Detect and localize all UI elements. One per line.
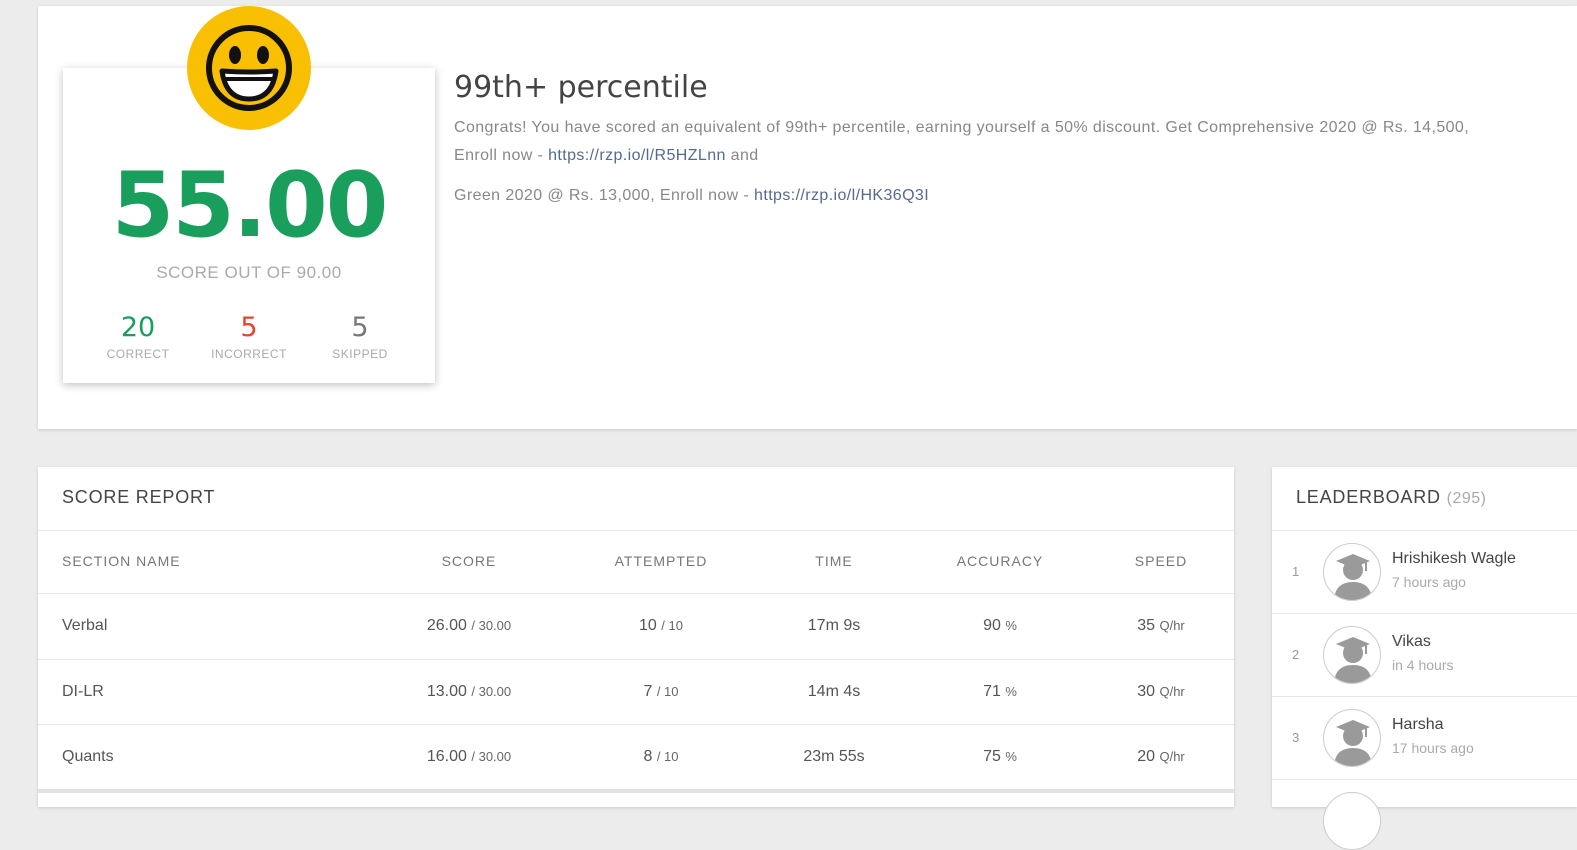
enroll-prefix: Enroll now - — [454, 147, 549, 164]
divider — [38, 593, 1234, 594]
correct-stat: 20 CORRECT — [83, 312, 193, 361]
section-speed: 30 Q/hr — [1137, 683, 1185, 700]
leaderboard-entry[interactable]: 1 Hrishikesh Wagle 7 hours ago — [1272, 530, 1577, 613]
divider — [38, 659, 1234, 660]
section-time: 23m 55s — [803, 748, 865, 765]
section-speed: 35 Q/hr — [1137, 617, 1185, 634]
score-report-panel: SCORE REPORT SECTION NAME SCORE ATTEMPTE… — [38, 467, 1234, 807]
section-time: 14m 4s — [807, 683, 861, 700]
leaderboard-name: Vikas — [1392, 633, 1431, 650]
correct-count: 20 — [120, 312, 156, 343]
section-time: 17m 9s — [807, 617, 861, 634]
enroll-line: Enroll now - https://rzp.io/l/R5HZLnn an… — [454, 142, 1469, 170]
header-score: SCORE — [441, 553, 497, 569]
divider — [38, 530, 1234, 531]
smiley-icon — [187, 6, 311, 130]
leaderboard-entry[interactable]: 3 Harsha 17 hours ago — [1272, 696, 1577, 779]
leaderboard-time: 17 hours ago — [1392, 740, 1474, 756]
graduate-avatar-icon — [1323, 792, 1381, 850]
header-section-name: SECTION NAME — [62, 553, 181, 569]
incorrect-stat: 5 INCORRECT — [194, 312, 304, 361]
leaderboard-rank: 3 — [1292, 730, 1300, 745]
green-enroll-link[interactable]: https://rzp.io/l/HK36Q3I — [754, 187, 929, 204]
header-accuracy: ACCURACY — [956, 553, 1044, 569]
percentile-title: 99th+ percentile — [454, 70, 708, 105]
header-time: TIME — [815, 553, 853, 569]
leaderboard-rank: 2 — [1292, 647, 1300, 662]
score-report-title: SCORE REPORT — [62, 487, 216, 507]
section-accuracy: 90 % — [983, 617, 1017, 634]
leaderboard-rank: 1 — [1292, 564, 1300, 579]
section-accuracy: 71 % — [983, 683, 1017, 700]
skipped-count: 5 — [351, 312, 369, 343]
leaderboard-name: Harsha — [1392, 716, 1444, 733]
congrats-message: Congrats! You have scored an equivalent … — [454, 114, 1469, 170]
section-attempted: 10 / 10 — [639, 617, 683, 634]
incorrect-count: 5 — [240, 312, 258, 343]
green-prefix: Green 2020 @ Rs. 13,000, Enroll now - — [454, 187, 755, 204]
leaderboard-title: LEADERBOARD (295) — [1296, 487, 1487, 507]
divider — [38, 724, 1234, 725]
graduate-avatar-icon — [1323, 543, 1381, 601]
green-offer: Green 2020 @ Rs. 13,000, Enroll now - ht… — [454, 182, 929, 210]
section-name: Verbal — [62, 617, 108, 634]
score-out-of-label: SCORE OUT OF 90.00 — [156, 263, 342, 282]
congrats-line: Congrats! You have scored an equivalent … — [454, 119, 1470, 136]
leaderboard-name: Hrishikesh Wagle — [1392, 550, 1516, 567]
leaderboard-time: in 4 hours — [1392, 657, 1454, 673]
section-name: DI-LR — [62, 683, 104, 700]
section-score: 26.00 / 30.00 — [426, 617, 512, 634]
leaderboard-count: (295) — [1446, 490, 1487, 507]
score-summary-panel: 55.00 SCORE OUT OF 90.00 20 CORRECT 5 IN… — [38, 6, 1577, 429]
section-accuracy: 75 % — [983, 748, 1017, 765]
header-speed: SPEED — [1134, 553, 1188, 569]
correct-label: CORRECT — [106, 347, 170, 361]
leaderboard-entry[interactable]: 2 Vikas in 4 hours — [1272, 613, 1577, 696]
section-name: Quants — [62, 748, 114, 765]
leaderboard-time: 7 hours ago — [1392, 574, 1466, 590]
section-speed: 20 Q/hr — [1137, 748, 1185, 765]
incorrect-label: INCORRECT — [211, 347, 287, 361]
graduate-avatar-icon — [1323, 709, 1381, 767]
and-text: and — [725, 147, 759, 164]
header-attempted: ATTEMPTED — [614, 553, 708, 569]
divider — [38, 789, 1234, 793]
section-score: 16.00 / 30.00 — [426, 748, 512, 765]
leaderboard-panel: LEADERBOARD (295) 1 Hrishikesh Wagle 7 h… — [1272, 467, 1577, 850]
section-attempted: 7 / 10 — [643, 683, 679, 700]
comprehensive-enroll-link[interactable]: https://rzp.io/l/R5HZLnn — [548, 147, 726, 164]
section-attempted: 8 / 10 — [643, 748, 679, 765]
skipped-label: SKIPPED — [332, 347, 388, 361]
graduate-avatar-icon — [1323, 626, 1381, 684]
section-score: 13.00 / 30.00 — [426, 683, 512, 700]
skipped-stat: 5 SKIPPED — [305, 312, 415, 361]
total-score: 55.00 — [111, 153, 389, 258]
